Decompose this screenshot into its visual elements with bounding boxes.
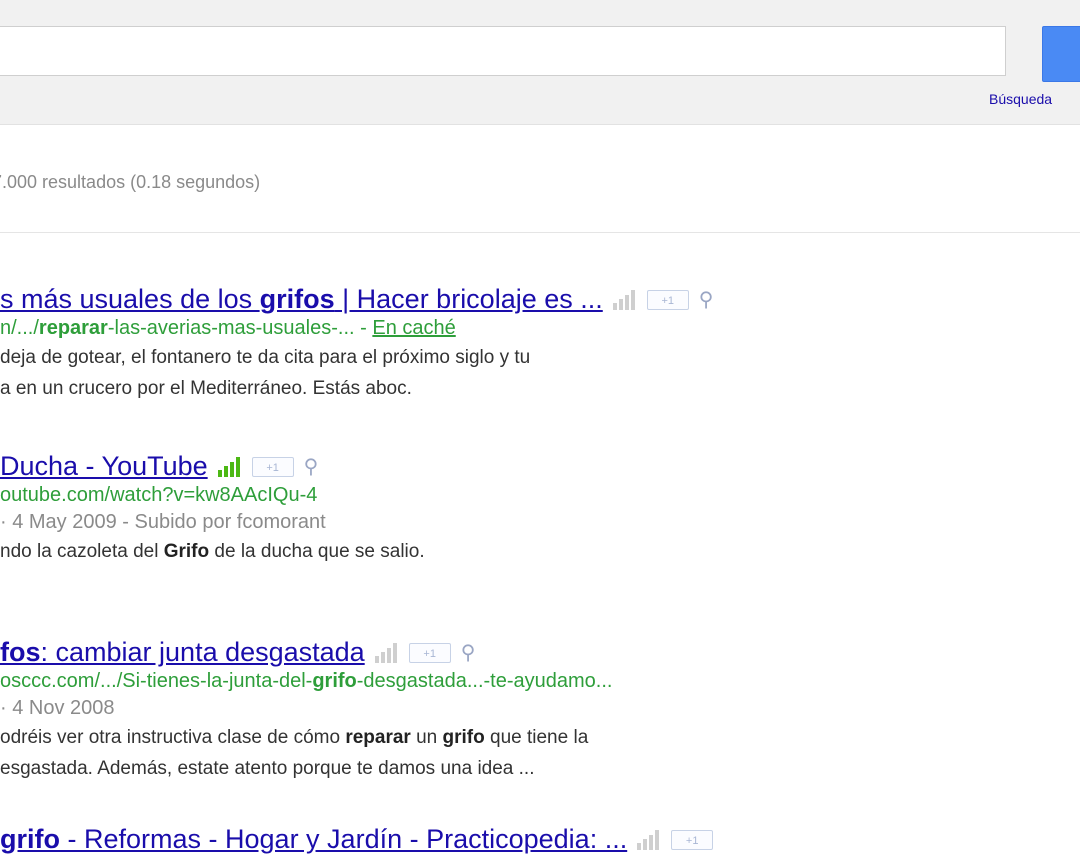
result-item-2: Ducha - YouTube +1 ⚲ outube.com/watch?v=…: [0, 451, 1080, 567]
signal-bars-icon: [612, 289, 637, 310]
magnifier-icon[interactable]: ⚲: [304, 457, 319, 477]
search-header: Búsqueda: [0, 0, 1080, 125]
magnifier-icon[interactable]: ⚲: [699, 290, 714, 310]
signal-bars-icon: [637, 829, 661, 850]
result-item-4: grifo - Reformas - Hogar y Jardín - Prac…: [0, 824, 1080, 855]
cache-link[interactable]: En caché: [372, 317, 455, 339]
plus-one-button[interactable]: +1: [251, 456, 294, 477]
result-snippet: ndo la cazoleta del Grifo de la ducha qu…: [0, 541, 425, 563]
plus-one-button[interactable]: +1: [671, 829, 714, 850]
result-snippet: odréis ver otra instructiva clase de cóm…: [0, 727, 589, 780]
result-item-1: s más usuales de los grifos | Hacer bric…: [0, 284, 1080, 404]
result-title-link[interactable]: grifo - Reformas - Hogar y Jardín - Prac…: [0, 824, 627, 855]
advanced-search-link[interactable]: Búsqueda: [989, 91, 1052, 107]
result-item-3: fos: cambiar junta desgastada +1 ⚲ osccc…: [0, 637, 1080, 784]
result-snippet: deja de gotear, el fontanero te da cita …: [0, 347, 531, 400]
plus-one-button[interactable]: +1: [408, 642, 451, 663]
magnifier-icon[interactable]: ⚲: [461, 643, 476, 663]
result-title-link[interactable]: Ducha - YouTube: [0, 451, 208, 482]
search-input[interactable]: [0, 26, 1006, 76]
signal-bars-icon: [374, 642, 399, 663]
result-title-link[interactable]: s más usuales de los grifos | Hacer bric…: [0, 284, 603, 315]
result-url: n/.../reparar-las-averias-mas-usuales-..…: [0, 317, 456, 340]
plus-one-button[interactable]: +1: [646, 289, 689, 310]
result-url: outube.com/watch?v=kw8AAcIQu-4: [0, 484, 318, 507]
result-url: osccc.com/.../Si-tienes-la-junta-del-gri…: [0, 670, 613, 693]
search-button[interactable]: [1042, 26, 1080, 82]
result-stats: 7.000 resultados (0.18 segundos): [0, 172, 261, 192]
result-meta: · 4 May 2009 - Subido por fcomorant: [0, 511, 326, 534]
divider: [0, 232, 1080, 233]
result-title-link[interactable]: fos: cambiar junta desgastada: [0, 637, 365, 668]
signal-bars-icon: [217, 456, 242, 477]
result-meta: · 4 Nov 2008: [0, 697, 115, 720]
